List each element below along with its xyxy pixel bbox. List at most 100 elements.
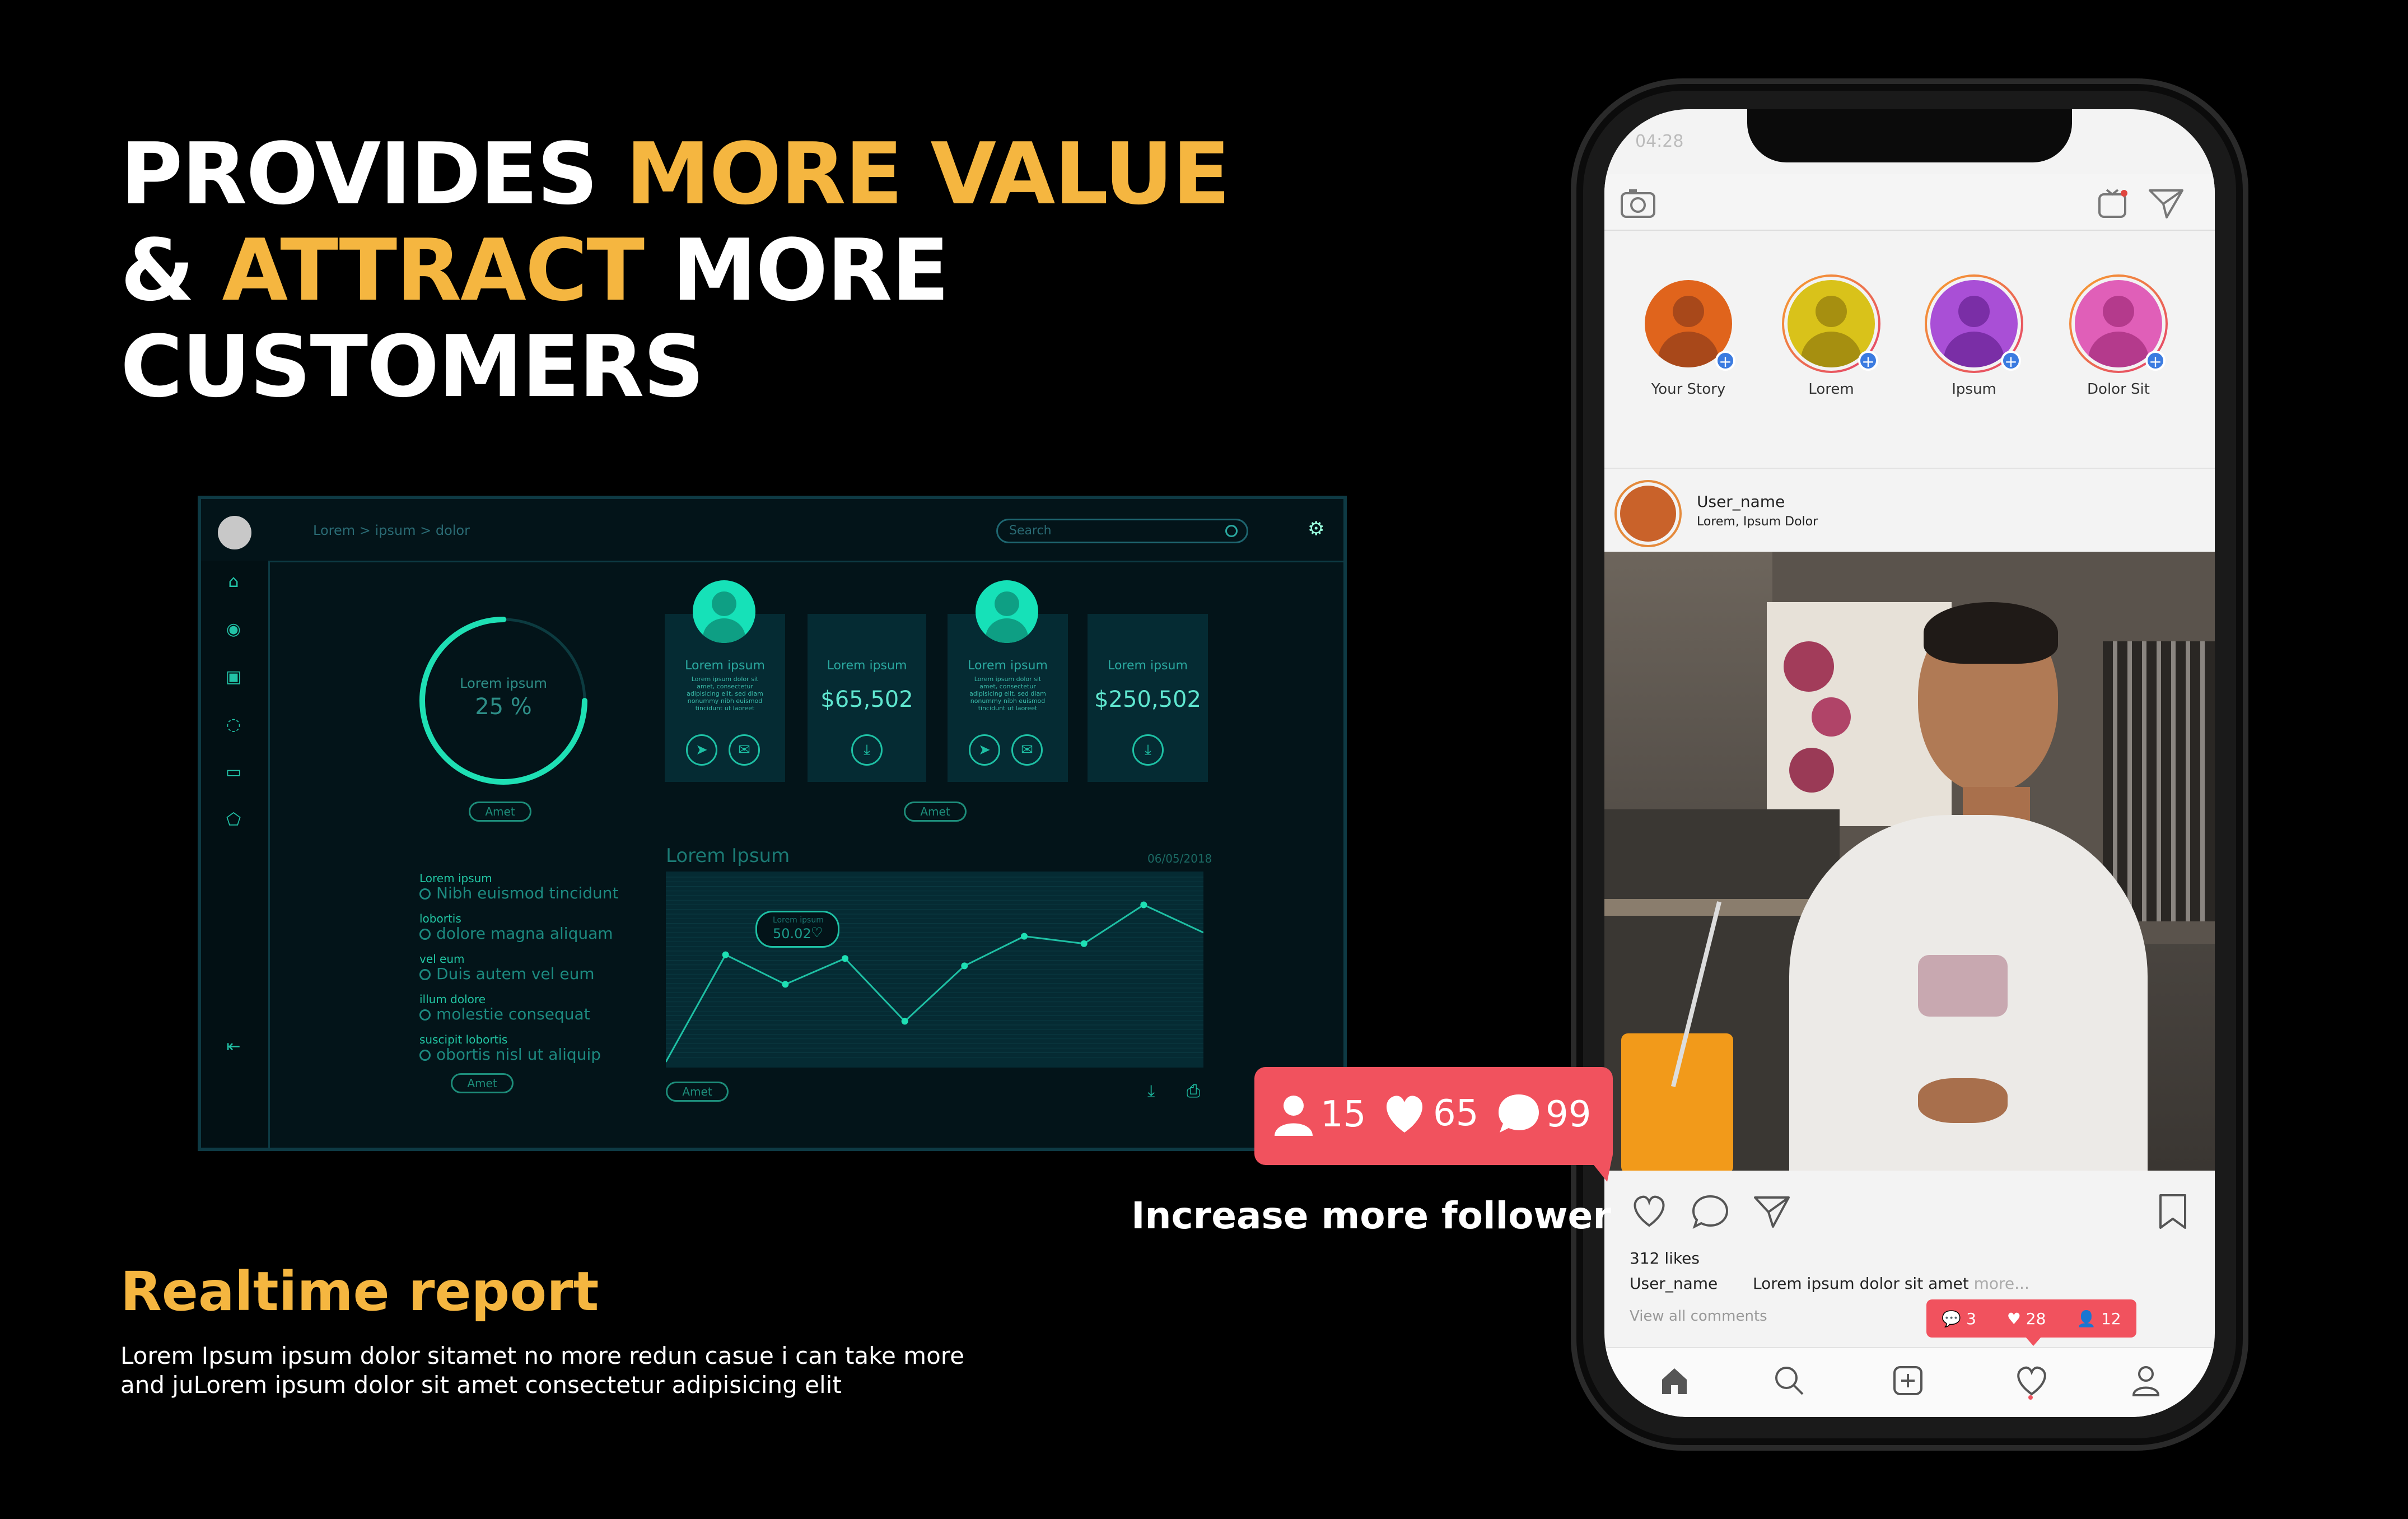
phone-mockup: 04:28 + Your Story + Lorem + Ipsum + Dol… (1571, 78, 2248, 1451)
bookmark-icon[interactable] (2156, 1193, 2190, 1230)
chat-icon[interactable]: ◌ (223, 715, 244, 735)
search-icon (1225, 525, 1238, 537)
monitor-icon[interactable]: ▭ (223, 762, 244, 782)
notification-likes-count: 65 (1433, 1093, 1479, 1134)
value-card-2: Lorem ipsum $250,502 ⤓ (1088, 614, 1208, 782)
send-icon[interactable]: ➤ (969, 734, 1000, 766)
story-lorem[interactable]: + Lorem (1778, 274, 1884, 398)
location-icon[interactable]: ◉ (223, 619, 244, 640)
post-photo[interactable] (1604, 552, 2215, 1171)
post-username[interactable]: User_name (1697, 492, 1785, 511)
dashboard-sidebar: ⌂ ◉ ▣ ◌ ▭ ⬠ ⇤ (201, 561, 270, 1148)
add-story-icon[interactable]: + (1715, 351, 1735, 371)
card-label: Lorem ipsum (685, 659, 765, 673)
download-icon[interactable]: ⤓ (1132, 734, 1164, 766)
caption-more-link[interactable]: more... (1969, 1274, 2029, 1293)
chart-tooltip: Lorem ipsum 50.02 ♡ (755, 911, 839, 948)
list-item: illum dolore molestie consequat (419, 993, 619, 1033)
direct-message-icon[interactable] (2148, 186, 2185, 220)
status-time: 04:28 (1635, 132, 1684, 151)
activity-likes: ♥ 28 (2007, 1310, 2046, 1328)
chart-point (782, 981, 789, 988)
story-dolor-sit[interactable]: + Dolor Sit (2065, 274, 2172, 398)
breadcrumb[interactable]: Lorem > ipsum > dolor (313, 523, 470, 538)
story-name: Your Story (1651, 381, 1726, 398)
headline-line1-accent: MORE VALUE (626, 124, 1230, 223)
chart-point (722, 951, 729, 958)
list-item: Lorem ipsum Nibh euismod tincidunt (419, 872, 619, 912)
report-body-line1: Lorem Ipsum ipsum dolor sitamet no more … (120, 1342, 964, 1369)
ring-label: Lorem ipsum (460, 675, 547, 691)
notification-caption: Increase more follower (1131, 1194, 1611, 1237)
heart-icon: ♡ (811, 925, 823, 940)
igtv-icon[interactable] (2097, 188, 2129, 219)
download-icon[interactable]: ⤓ (851, 734, 883, 766)
activity-badge-tail (2026, 1337, 2041, 1346)
heart-icon: ♥ (2006, 1309, 2021, 1328)
caption-text: Lorem ipsum dolor sit amet more... (1753, 1274, 2029, 1293)
shape-icon[interactable]: ⬠ (223, 810, 244, 830)
add-icon: + (2001, 351, 2021, 371)
headline-line2-accent: ATTRACT (222, 221, 645, 320)
search-input[interactable]: Search (996, 519, 1248, 543)
camera-icon[interactable] (1620, 188, 1656, 219)
search-icon[interactable] (1772, 1364, 1806, 1397)
logout-icon[interactable]: ⇤ (223, 1037, 244, 1057)
ring-amet-button[interactable]: Amet (469, 802, 531, 822)
activity-badge[interactable]: 💬 3 ♥ 28 👤 12 (1926, 1299, 2136, 1338)
ring-value: 25 % (475, 694, 532, 720)
message-icon[interactable]: ✉ (1011, 734, 1043, 766)
story-name: Ipsum (1952, 381, 1996, 398)
chart-point (961, 962, 968, 970)
list-amet-button[interactable]: Amet (451, 1073, 514, 1093)
list-item: vel eum Duis autem vel eum (419, 952, 619, 993)
story-your-story[interactable]: + Your Story (1635, 274, 1742, 398)
caption-username[interactable]: User_name (1630, 1274, 1718, 1293)
likes-count[interactable]: 312 likes (1630, 1249, 1700, 1268)
story-ipsum[interactable]: + Ipsum (1921, 274, 2027, 398)
print-icon[interactable]: ⎙ (1187, 1082, 1200, 1101)
gear-icon[interactable]: ⚙ (1308, 519, 1327, 538)
avatar (693, 580, 755, 643)
story-name: Lorem (1808, 381, 1854, 398)
message-icon[interactable]: ✉ (729, 734, 760, 766)
contacts-icon[interactable]: ▣ (223, 667, 244, 687)
headline-line2-a: & (120, 221, 222, 320)
user-icon: 👤 (2076, 1309, 2097, 1328)
notification-likes: 65 (1380, 1092, 1478, 1135)
heart-icon (1386, 1096, 1423, 1133)
send-icon[interactable]: ➤ (686, 734, 717, 766)
stats-list: Lorem ipsum Nibh euismod tincidunt lobort… (419, 872, 619, 1073)
list-item: lobortis dolore magna aliquam (419, 912, 619, 952)
cards-amet-button[interactable]: Amet (904, 802, 967, 822)
chart-point (901, 1018, 908, 1025)
avatar[interactable] (1620, 486, 1676, 542)
card-text: Lorem ipsum dolor sit amet, consectetur … (687, 675, 763, 712)
tooltip-value: 50.02 (773, 926, 811, 942)
comment-icon[interactable] (1691, 1193, 1730, 1229)
instagram-topbar (1604, 174, 2215, 231)
add-post-icon[interactable] (1891, 1364, 1925, 1397)
avatar[interactable] (218, 516, 251, 549)
heart-icon[interactable] (1630, 1193, 1669, 1229)
download-icon[interactable]: ⤓ (1147, 1082, 1155, 1101)
chart-amet-button[interactable]: Amet (666, 1082, 729, 1102)
notification-comments-count: 99 (1546, 1094, 1592, 1135)
value-card-1: Lorem ipsum $65,502 ⤓ (808, 614, 926, 782)
user-icon (1275, 1096, 1313, 1136)
home-icon[interactable]: ⌂ (223, 572, 244, 592)
view-comments-link[interactable]: View all comments (1630, 1308, 1767, 1325)
headline-line2-c: MORE (643, 221, 949, 320)
activity-comments: 💬 3 (1942, 1310, 1976, 1328)
card-label: Lorem ipsum (1108, 659, 1188, 673)
card-value: $250,502 (1094, 687, 1201, 712)
tab-indicator (2028, 1395, 2033, 1400)
profile-icon[interactable] (2129, 1364, 2163, 1397)
activity-heart-icon[interactable] (2013, 1364, 2047, 1397)
share-icon[interactable] (1753, 1193, 1792, 1229)
notification-comments: 99 (1495, 1092, 1591, 1137)
home-icon[interactable] (1658, 1364, 1691, 1397)
dashboard-topbar: Lorem > ipsum > dolor Search ⚙ (201, 499, 1343, 562)
chart-point (1080, 940, 1088, 947)
activity-likes-count: 28 (2026, 1309, 2046, 1328)
